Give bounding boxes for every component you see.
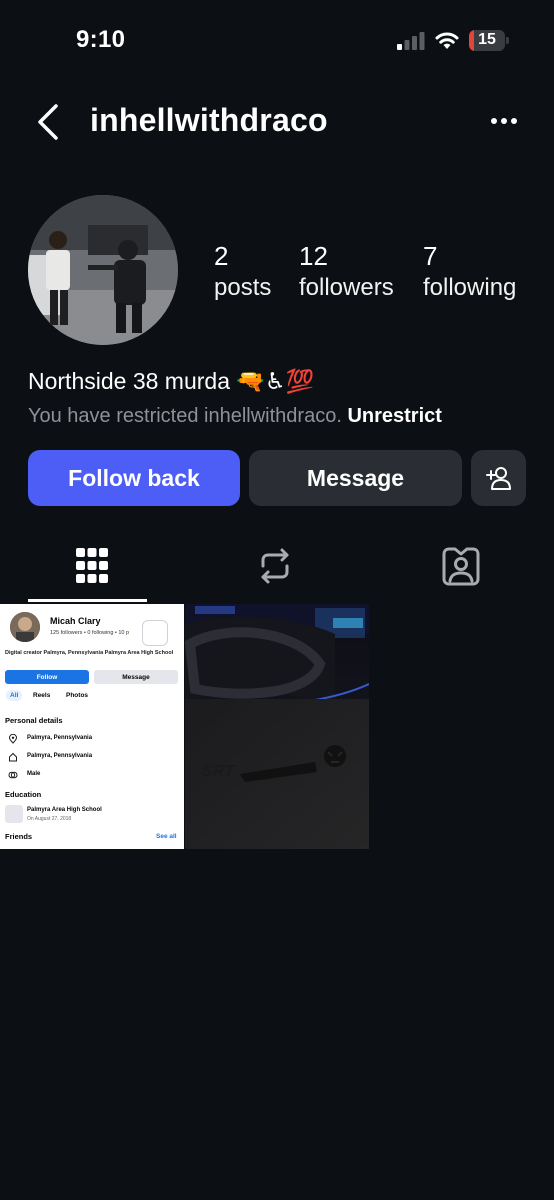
- school-icon: [5, 805, 23, 823]
- post1-tab-reels: Reels: [33, 692, 51, 699]
- post1-message-label: Message: [94, 670, 178, 684]
- add-user-button[interactable]: [471, 450, 526, 506]
- profile-avatar[interactable]: [28, 195, 178, 345]
- post2-photo: SRT: [185, 604, 369, 849]
- post1-followers-line: 125 followers • 0 following • 10 p: [50, 630, 130, 636]
- post1-see-all: See all: [156, 833, 177, 840]
- restricted-notice: You have restricted inhellwithdraco. Unr…: [28, 402, 442, 430]
- post1-overlay-square: [142, 620, 168, 646]
- message-button[interactable]: Message: [249, 450, 462, 506]
- wifi-icon: [435, 32, 459, 49]
- back-button[interactable]: [30, 100, 70, 144]
- tab-selected-indicator: [28, 599, 147, 602]
- post1-tab-all: All: [6, 690, 23, 701]
- following-count: 7: [423, 241, 438, 271]
- grid-icon: [76, 548, 108, 583]
- tab-reposts[interactable]: [210, 540, 340, 600]
- post1-detail-2: Palmyra, Pennsylvania: [27, 753, 93, 759]
- unrestrict-link[interactable]: Unrestrict: [347, 405, 441, 427]
- followers-count: 12: [299, 241, 328, 271]
- tab-tagged[interactable]: [396, 540, 526, 600]
- post1-school: Palmyra Area High School: [27, 807, 102, 813]
- tab-posts-grid[interactable]: [27, 540, 157, 600]
- grid-post-1[interactable]: Micah Clary 125 followers • 0 following …: [0, 604, 184, 849]
- more-options-button[interactable]: [486, 110, 522, 132]
- battery-level: 15: [478, 31, 496, 48]
- followers-label: followers: [299, 274, 394, 301]
- post1-school-date: On August 27, 2018: [27, 816, 72, 822]
- home-icon: [9, 752, 17, 762]
- post1-tab-photos: Photos: [66, 692, 89, 699]
- cellular-signal-icon: [397, 32, 425, 50]
- post1-follow-label: Follow: [5, 670, 89, 684]
- post1-education: Education: [5, 790, 42, 799]
- page-title: inhellwithdraco: [90, 102, 328, 138]
- avatar-photo: [28, 195, 178, 345]
- stat-followers[interactable]: 12 followers: [299, 240, 394, 304]
- status-time: 9:10: [76, 26, 126, 53]
- post1-detail-1: Palmyra, Pennsylvania: [27, 735, 93, 741]
- follow-back-button[interactable]: Follow back: [28, 450, 240, 506]
- posts-label: posts: [214, 274, 272, 301]
- post1-friends: Friends: [5, 832, 33, 841]
- post1-name: Micah Clary: [50, 616, 101, 626]
- following-label: following: [423, 274, 517, 301]
- svg-text:SRT: SRT: [200, 762, 237, 780]
- restricted-text: You have restricted inhellwithdraco.: [28, 405, 348, 427]
- location-pin-icon: [8, 734, 18, 744]
- grid-post-2[interactable]: SRT: [185, 604, 369, 849]
- tagged-icon: [442, 547, 480, 586]
- stat-posts[interactable]: 2 posts: [214, 240, 271, 304]
- status-bar: 9:10 15: [0, 0, 554, 84]
- stat-following[interactable]: 7 following: [423, 240, 516, 304]
- post1-detail-3: Male: [27, 771, 41, 777]
- battery-icon: 15: [469, 30, 505, 51]
- post1-avatar: [10, 612, 40, 642]
- profile-bio: Northside 38 murda 🔫♿💯: [28, 368, 315, 394]
- post1-meta-line: Digital creator Palmyra, Pennsylvania Pa…: [5, 650, 174, 656]
- post1-personal-details: Personal details: [5, 716, 63, 725]
- gender-icon: [8, 771, 18, 779]
- posts-count: 2: [214, 241, 229, 271]
- add-person-icon: [485, 467, 511, 490]
- repost-icon: [261, 548, 289, 584]
